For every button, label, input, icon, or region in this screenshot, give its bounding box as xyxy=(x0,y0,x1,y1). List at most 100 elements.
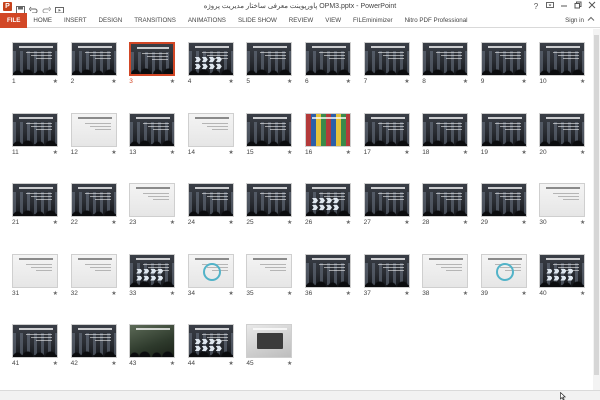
slide-thumbnail-item[interactable]: 3 ★ xyxy=(129,42,176,86)
slide-thumbnail[interactable] xyxy=(70,324,117,358)
slide-thumbnail[interactable] xyxy=(539,183,586,217)
transition-star-icon[interactable]: ★ xyxy=(111,149,116,157)
slide-thumbnail-item[interactable]: 11 ★ xyxy=(12,112,58,157)
tab-nitro-pdf-professional[interactable]: Nitro PDF Professional xyxy=(399,13,474,28)
slide-thumbnail-item[interactable]: 36 ★ xyxy=(305,253,351,298)
slide-thumbnail[interactable] xyxy=(363,183,410,217)
slide-thumbnail-item[interactable]: 18 ★ xyxy=(422,112,469,157)
slide-thumbnail-item[interactable]: 13 ★ xyxy=(129,112,176,157)
slide-thumbnail-item[interactable]: 29 ★ xyxy=(480,183,527,227)
slide-thumbnail-item[interactable]: 27 ★ xyxy=(363,183,410,227)
transition-star-icon[interactable]: ★ xyxy=(170,360,175,368)
slide-thumbnail-item[interactable]: 45 ★ xyxy=(246,324,293,368)
transition-star-icon[interactable]: ★ xyxy=(228,290,233,298)
transition-star-icon[interactable]: ★ xyxy=(404,149,409,157)
transition-star-icon[interactable]: ★ xyxy=(170,290,175,298)
slide-thumbnail[interactable] xyxy=(187,253,234,288)
slide-thumbnail-item[interactable]: 7 ★ xyxy=(363,42,410,86)
transition-star-icon[interactable]: ★ xyxy=(463,149,468,157)
slide-thumbnail-item[interactable]: 30 ★ xyxy=(539,183,586,227)
slide-thumbnail[interactable] xyxy=(246,324,293,358)
transition-star-icon[interactable]: ★ xyxy=(53,360,58,368)
transition-star-icon[interactable]: ★ xyxy=(580,219,585,227)
slide-thumbnail[interactable] xyxy=(187,183,234,217)
slide-thumbnail[interactable] xyxy=(363,253,410,288)
slide-thumbnail[interactable] xyxy=(539,112,586,147)
slide-thumbnail-item[interactable]: 39 ★ xyxy=(480,253,527,298)
tab-home[interactable]: HOME xyxy=(27,13,58,28)
slide-thumbnail[interactable] xyxy=(12,183,58,217)
transition-star-icon[interactable]: ★ xyxy=(521,290,526,298)
slide-thumbnail[interactable] xyxy=(246,42,293,76)
slide-thumbnail-item[interactable]: 10 ★ xyxy=(539,42,586,86)
slide-thumbnail-item[interactable]: 42 ★ xyxy=(70,324,117,368)
slide-thumbnail[interactable] xyxy=(12,112,58,147)
tab-animations[interactable]: ANIMATIONS xyxy=(182,13,232,28)
slide-thumbnail-item[interactable]: 1 ★ xyxy=(12,42,58,86)
transition-star-icon[interactable]: ★ xyxy=(580,149,585,157)
transition-star-icon[interactable]: ★ xyxy=(521,219,526,227)
scrollbar-thumb[interactable] xyxy=(594,35,599,375)
slide-thumbnail-item[interactable]: 5 ★ xyxy=(246,42,293,86)
transition-star-icon[interactable]: ★ xyxy=(287,290,292,298)
transition-star-icon[interactable]: ★ xyxy=(580,78,585,86)
transition-star-icon[interactable]: ★ xyxy=(287,149,292,157)
slide-thumbnail[interactable] xyxy=(305,253,351,288)
transition-star-icon[interactable]: ★ xyxy=(53,78,58,86)
slide-thumbnail-item[interactable]: 33 ★ xyxy=(129,253,176,298)
slide-thumbnail-item[interactable]: 38 ★ xyxy=(422,253,469,298)
slide-thumbnail[interactable] xyxy=(539,42,586,76)
slide-thumbnail-item[interactable]: 22 ★ xyxy=(70,183,117,227)
slide-thumbnail-item[interactable]: 2 ★ xyxy=(70,42,117,86)
slide-thumbnail[interactable] xyxy=(246,183,293,217)
transition-star-icon[interactable]: ★ xyxy=(111,78,116,86)
transition-star-icon[interactable]: ★ xyxy=(111,360,116,368)
transition-star-icon[interactable]: ★ xyxy=(228,219,233,227)
slide-thumbnail[interactable] xyxy=(70,183,117,217)
slide-thumbnail[interactable] xyxy=(12,324,58,358)
slide-thumbnail[interactable] xyxy=(70,112,117,147)
transition-star-icon[interactable]: ★ xyxy=(228,78,233,86)
transition-star-icon[interactable]: ★ xyxy=(346,219,351,227)
transition-star-icon[interactable]: ★ xyxy=(111,219,116,227)
slide-thumbnail-item[interactable]: 24 ★ xyxy=(187,183,234,227)
ribbon-display-icon[interactable] xyxy=(544,1,556,12)
transition-star-icon[interactable]: ★ xyxy=(463,219,468,227)
slide-thumbnail[interactable] xyxy=(305,42,351,76)
transition-star-icon[interactable]: ★ xyxy=(346,78,351,86)
transition-star-icon[interactable]: ★ xyxy=(228,360,233,368)
tab-view[interactable]: VIEW xyxy=(319,13,347,28)
slide-thumbnail[interactable] xyxy=(422,183,469,217)
slide-thumbnail-item[interactable]: 26 ★ xyxy=(305,183,351,227)
slide-thumbnail-item[interactable]: 15 ★ xyxy=(246,112,293,157)
slide-thumbnail-item[interactable]: 43 ★ xyxy=(129,324,176,368)
close-icon[interactable] xyxy=(586,1,598,12)
vertical-scrollbar[interactable] xyxy=(593,29,600,390)
tab-design[interactable]: DESIGN xyxy=(93,13,129,28)
transition-star-icon[interactable]: ★ xyxy=(404,78,409,86)
transition-star-icon[interactable]: ★ xyxy=(170,219,175,227)
slide-thumbnail[interactable] xyxy=(305,112,351,147)
slide-thumbnail-item[interactable]: 9 ★ xyxy=(480,42,527,86)
tab-file[interactable]: FILE xyxy=(0,13,28,28)
transition-star-icon[interactable]: ★ xyxy=(346,149,351,157)
slide-thumbnail[interactable] xyxy=(539,253,586,288)
slide-thumbnail-item[interactable]: 20 ★ xyxy=(539,112,586,157)
transition-star-icon[interactable]: ★ xyxy=(463,290,468,298)
slide-thumbnail[interactable] xyxy=(129,183,176,217)
slide-thumbnail[interactable] xyxy=(480,112,527,147)
transition-star-icon[interactable]: ★ xyxy=(111,290,116,298)
transition-star-icon[interactable]: ★ xyxy=(53,290,58,298)
restore-icon[interactable] xyxy=(572,1,584,12)
tab-slide-show[interactable]: SLIDE SHOW xyxy=(232,13,283,28)
transition-star-icon[interactable]: ★ xyxy=(228,149,233,157)
slide-thumbnail-item[interactable]: 12 ★ xyxy=(70,112,117,157)
slide-thumbnail-item[interactable]: 16 ★ xyxy=(305,112,351,157)
minimize-icon[interactable] xyxy=(558,1,570,12)
transition-star-icon[interactable]: ★ xyxy=(404,219,409,227)
transition-star-icon[interactable]: ★ xyxy=(580,290,585,298)
slide-thumbnail-item[interactable]: 4 ★ xyxy=(187,42,234,86)
tab-insert[interactable]: INSERT xyxy=(58,13,93,28)
slide-thumbnail[interactable] xyxy=(480,253,527,288)
slide-thumbnail[interactable] xyxy=(129,112,176,147)
